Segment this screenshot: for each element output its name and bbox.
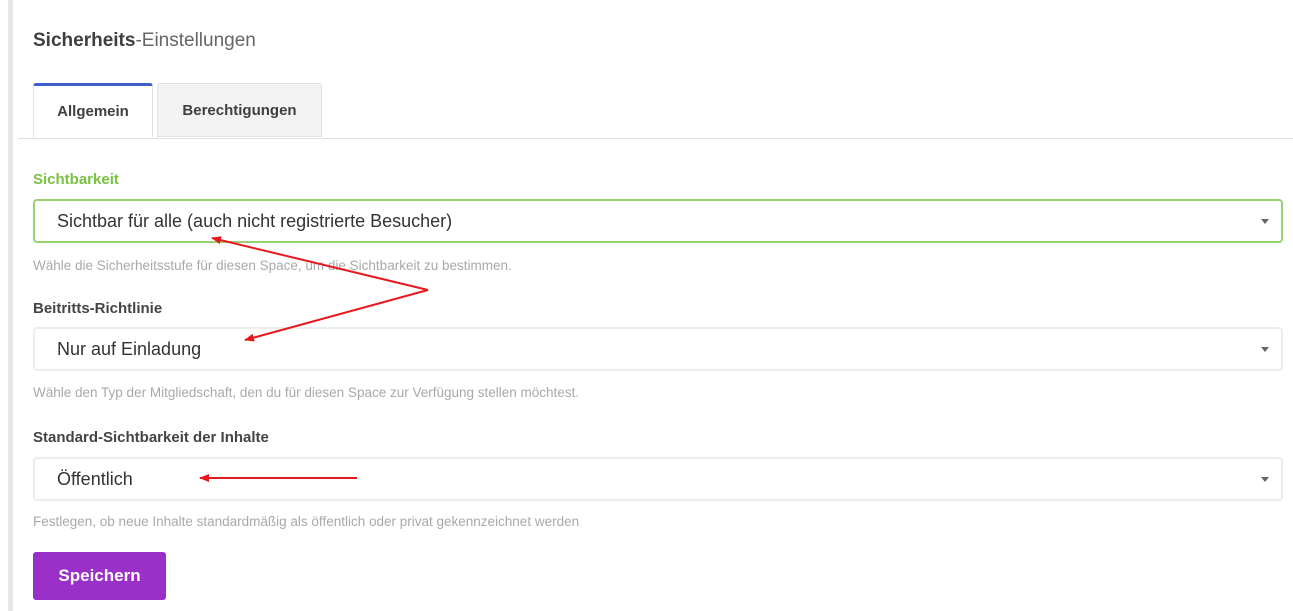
chevron-down-icon — [1261, 219, 1269, 224]
visibility-label: Sichtbarkeit — [33, 171, 119, 188]
join-policy-help: Wähle den Typ der Mitgliedschaft, den du… — [33, 385, 580, 400]
page-title-light: -Einstellungen — [135, 30, 256, 51]
tab-berechtigungen[interactable]: Berechtigungen — [157, 83, 322, 137]
security-settings-panel: Sicherheits-Einstellungen Allgemein Bere… — [18, 0, 1293, 611]
tab-allgemein[interactable]: Allgemein — [33, 83, 153, 138]
tab-bar: Allgemein Berechtigungen — [18, 83, 1293, 139]
content-visibility-help: Festlegen, ob neue Inhalte standardmäßig… — [33, 514, 580, 529]
join-policy-select[interactable]: Nur auf Einladung — [33, 327, 1283, 371]
page-title: Sicherheits-Einstellungen — [33, 30, 256, 52]
content-visibility-label: Standard-Sichtbarkeit der Inhalte — [33, 429, 269, 446]
join-policy-label: Beitritts-Richtlinie — [33, 300, 163, 317]
join-policy-select-value: Nur auf Einladung — [57, 338, 202, 359]
page-title-strong: Sicherheits — [33, 30, 136, 51]
visibility-select-value: Sichtbar für alle (auch nicht registrier… — [57, 210, 453, 231]
save-button[interactable]: Speichern — [33, 552, 166, 600]
content-visibility-select-value: Öffentlich — [57, 468, 133, 489]
content-visibility-select[interactable]: Öffentlich — [33, 457, 1283, 501]
chevron-down-icon — [1261, 477, 1269, 482]
visibility-help: Wähle die Sicherheitsstufe für diesen Sp… — [33, 258, 512, 273]
chevron-down-icon — [1261, 347, 1269, 352]
left-border — [8, 0, 13, 611]
visibility-select[interactable]: Sichtbar für alle (auch nicht registrier… — [33, 199, 1283, 243]
